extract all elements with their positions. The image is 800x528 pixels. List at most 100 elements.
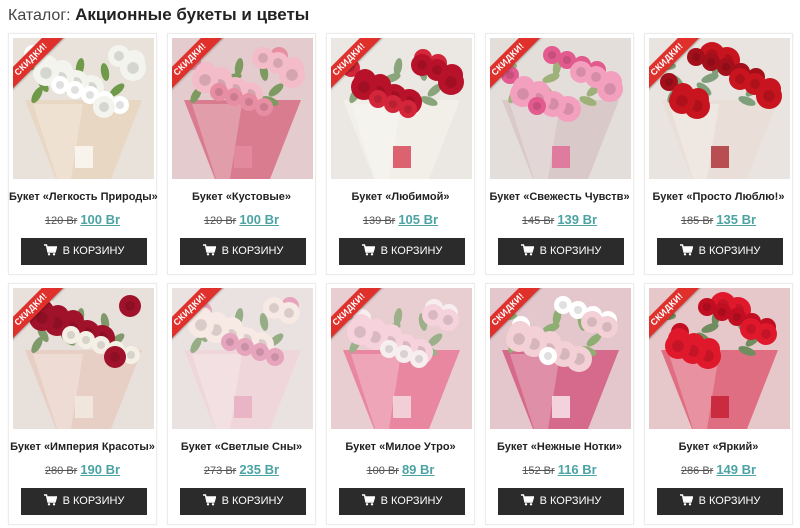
product-name[interactable]: Букет «Кустовые» — [168, 191, 315, 203]
discount-ribbon: СКИДКИ! — [172, 38, 227, 93]
add-to-cart-label: В КОРЗИНУ — [698, 495, 761, 507]
discount-ribbon-label: СКИДКИ! — [13, 288, 65, 343]
product-photo[interactable]: СКИДКИ! — [172, 38, 313, 179]
old-price: 273 Br — [203, 465, 237, 477]
cart-icon — [202, 494, 216, 506]
discount-ribbon: СКИДКИ! — [490, 38, 545, 93]
add-to-cart-button[interactable]: В КОРЗИНУ — [657, 238, 783, 265]
product-name[interactable]: Букет «Империя Красоты» — [9, 441, 156, 453]
sale-price: 235 Br — [239, 462, 280, 477]
product-prices: 139 Br 105 Br — [327, 211, 474, 229]
discount-ribbon-label: СКИДКИ! — [172, 38, 224, 93]
product-photo[interactable]: СКИДКИ! — [490, 288, 631, 429]
sale-price: 116 Br — [557, 462, 597, 477]
cart-icon — [520, 244, 534, 256]
product-photo[interactable]: СКИДКИ! — [172, 288, 313, 429]
product-photo[interactable]: СКИДКИ! — [331, 288, 472, 429]
discount-ribbon-label: СКИДКИ! — [331, 38, 383, 93]
cart-icon — [43, 244, 57, 256]
add-to-cart-label: В КОРЗИНУ — [380, 245, 443, 257]
cart-icon — [679, 244, 693, 256]
product-name[interactable]: Букет «Легкость Природы» — [9, 191, 158, 203]
product-prices: 120 Br 100 Br — [9, 211, 156, 229]
old-price: 286 Br — [680, 465, 714, 477]
discount-ribbon-label: СКИДКИ! — [13, 38, 65, 93]
cart-icon — [202, 244, 216, 256]
product-card[interactable]: СКИДКИ! Букет «Яркий» 286 Br 149 Br В КОРЗИН… — [644, 283, 793, 525]
add-to-cart-button[interactable]: В КОРЗИНУ — [339, 488, 465, 515]
add-to-cart-button[interactable]: В КОРЗИНУ — [339, 238, 465, 265]
product-prices: 185 Br 135 Br — [645, 211, 792, 229]
old-price: 100 Br — [366, 465, 399, 477]
catalog-prefix: Каталог: — [8, 7, 71, 24]
add-to-cart-button[interactable]: В КОРЗИНУ — [180, 238, 306, 265]
product-card[interactable]: СКИДКИ! Букет «Просто Люблю!» 185 Br 135 Br… — [644, 33, 793, 275]
sale-price: 149 Br — [716, 462, 757, 477]
product-card[interactable]: СКИДКИ! Букет «Любимой» 139 Br 105 Br В КОРЗ… — [326, 33, 475, 275]
add-to-cart-button[interactable]: В КОРЗИНУ — [21, 238, 147, 265]
product-card[interactable]: СКИДКИ! Букет «Свежесть Чувств» 145 Br 139 … — [485, 33, 634, 275]
product-prices: 286 Br 149 Br — [645, 461, 792, 479]
discount-ribbon-label: СКИДКИ! — [172, 288, 224, 343]
discount-ribbon: СКИДКИ! — [490, 288, 545, 343]
discount-ribbon: СКИДКИ! — [331, 288, 386, 343]
product-photo[interactable]: СКИДКИ! — [331, 38, 472, 179]
product-photo[interactable]: СКИДКИ! — [490, 38, 631, 179]
add-to-cart-label: В КОРЗИНУ — [380, 495, 443, 507]
add-to-cart-button[interactable]: В КОРЗИНУ — [498, 488, 624, 515]
product-card[interactable]: СКИДКИ! Букет «Кустовые» 120 Br 100 Br В КОР… — [167, 33, 316, 275]
discount-ribbon: СКИДКИ! — [13, 38, 68, 93]
product-name[interactable]: Букет «Любимой» — [327, 191, 474, 203]
discount-ribbon: СКИДКИ! — [649, 38, 704, 93]
old-price: 120 Br — [203, 215, 237, 227]
product-prices: 120 Br 100 Br — [168, 211, 315, 229]
product-photo[interactable]: СКИДКИ! — [649, 288, 790, 429]
product-prices: 100 Br 89 Br — [327, 461, 474, 479]
product-name[interactable]: Букет «Светлые Сны» — [168, 441, 315, 453]
product-card[interactable]: СКИДКИ! Букет «Светлые Сны» 273 Br 235 Br В … — [167, 283, 316, 525]
cart-icon — [679, 494, 693, 506]
cart-icon — [361, 494, 375, 506]
add-to-cart-button[interactable]: В КОРЗИНУ — [21, 488, 147, 515]
sale-price: 139 Br — [557, 212, 598, 227]
old-price: 120 Br — [44, 215, 78, 227]
add-to-cart-label: В КОРЗИНУ — [62, 245, 125, 257]
catalog-heading: Каталог: Акционные букеты и цветы — [8, 5, 309, 27]
add-to-cart-button[interactable]: В КОРЗИНУ — [657, 488, 783, 515]
product-prices: 145 Br 139 Br — [486, 211, 633, 229]
product-name[interactable]: Букет «Свежесть Чувств» — [486, 191, 633, 203]
discount-ribbon-label: СКИДКИ! — [490, 288, 542, 343]
add-to-cart-label: В КОРЗИНУ — [221, 245, 284, 257]
cart-icon — [361, 244, 375, 256]
discount-ribbon: СКИДКИ! — [649, 288, 704, 343]
add-to-cart-label: В КОРЗИНУ — [539, 495, 602, 507]
add-to-cart-button[interactable]: В КОРЗИНУ — [498, 238, 624, 265]
old-price: 280 Br — [44, 465, 78, 477]
add-to-cart-label: В КОРЗИНУ — [221, 495, 284, 507]
product-prices: 273 Br 235 Br — [168, 461, 315, 479]
old-price: 185 Br — [680, 215, 714, 227]
product-name[interactable]: Букет «Нежные Нотки» — [486, 441, 633, 453]
product-card[interactable]: СКИДКИ! Букет «Империя Красоты» 280 Br 190 … — [8, 283, 157, 525]
product-card[interactable]: СКИДКИ! Букет «Нежные Нотки» 152 Br 116 Br В… — [485, 283, 634, 525]
product-name[interactable]: Букет «Яркий» — [645, 441, 792, 453]
add-to-cart-button[interactable]: В КОРЗИНУ — [180, 488, 306, 515]
page-title: Акционные букеты и цветы — [75, 5, 310, 24]
product-photo[interactable]: СКИДКИ! — [649, 38, 790, 179]
product-photo[interactable]: СКИДКИ! — [13, 38, 154, 179]
discount-ribbon: СКИДКИ! — [331, 38, 386, 93]
discount-ribbon-label: СКИДКИ! — [649, 38, 701, 93]
product-grid: СКИДКИ! Букет «Легкость Природы» 120 Br 100… — [8, 33, 799, 527]
product-name[interactable]: Букет «Просто Люблю!» — [645, 191, 792, 203]
old-price: 152 Br — [522, 465, 555, 477]
sale-price: 190 Br — [80, 462, 121, 477]
product-name[interactable]: Букет «Милое Утро» — [327, 441, 474, 453]
add-to-cart-label: В КОРЗИНУ — [539, 245, 602, 257]
product-photo[interactable]: СКИДКИ! — [13, 288, 154, 429]
cart-icon — [43, 494, 57, 506]
product-card[interactable]: СКИДКИ! Букет «Милое Утро» 100 Br 89 Br В КО… — [326, 283, 475, 525]
cart-icon — [520, 494, 534, 506]
discount-ribbon-label: СКИДКИ! — [331, 288, 383, 343]
discount-ribbon: СКИДКИ! — [172, 288, 227, 343]
product-card[interactable]: СКИДКИ! Букет «Легкость Природы» 120 Br 100… — [8, 33, 158, 275]
